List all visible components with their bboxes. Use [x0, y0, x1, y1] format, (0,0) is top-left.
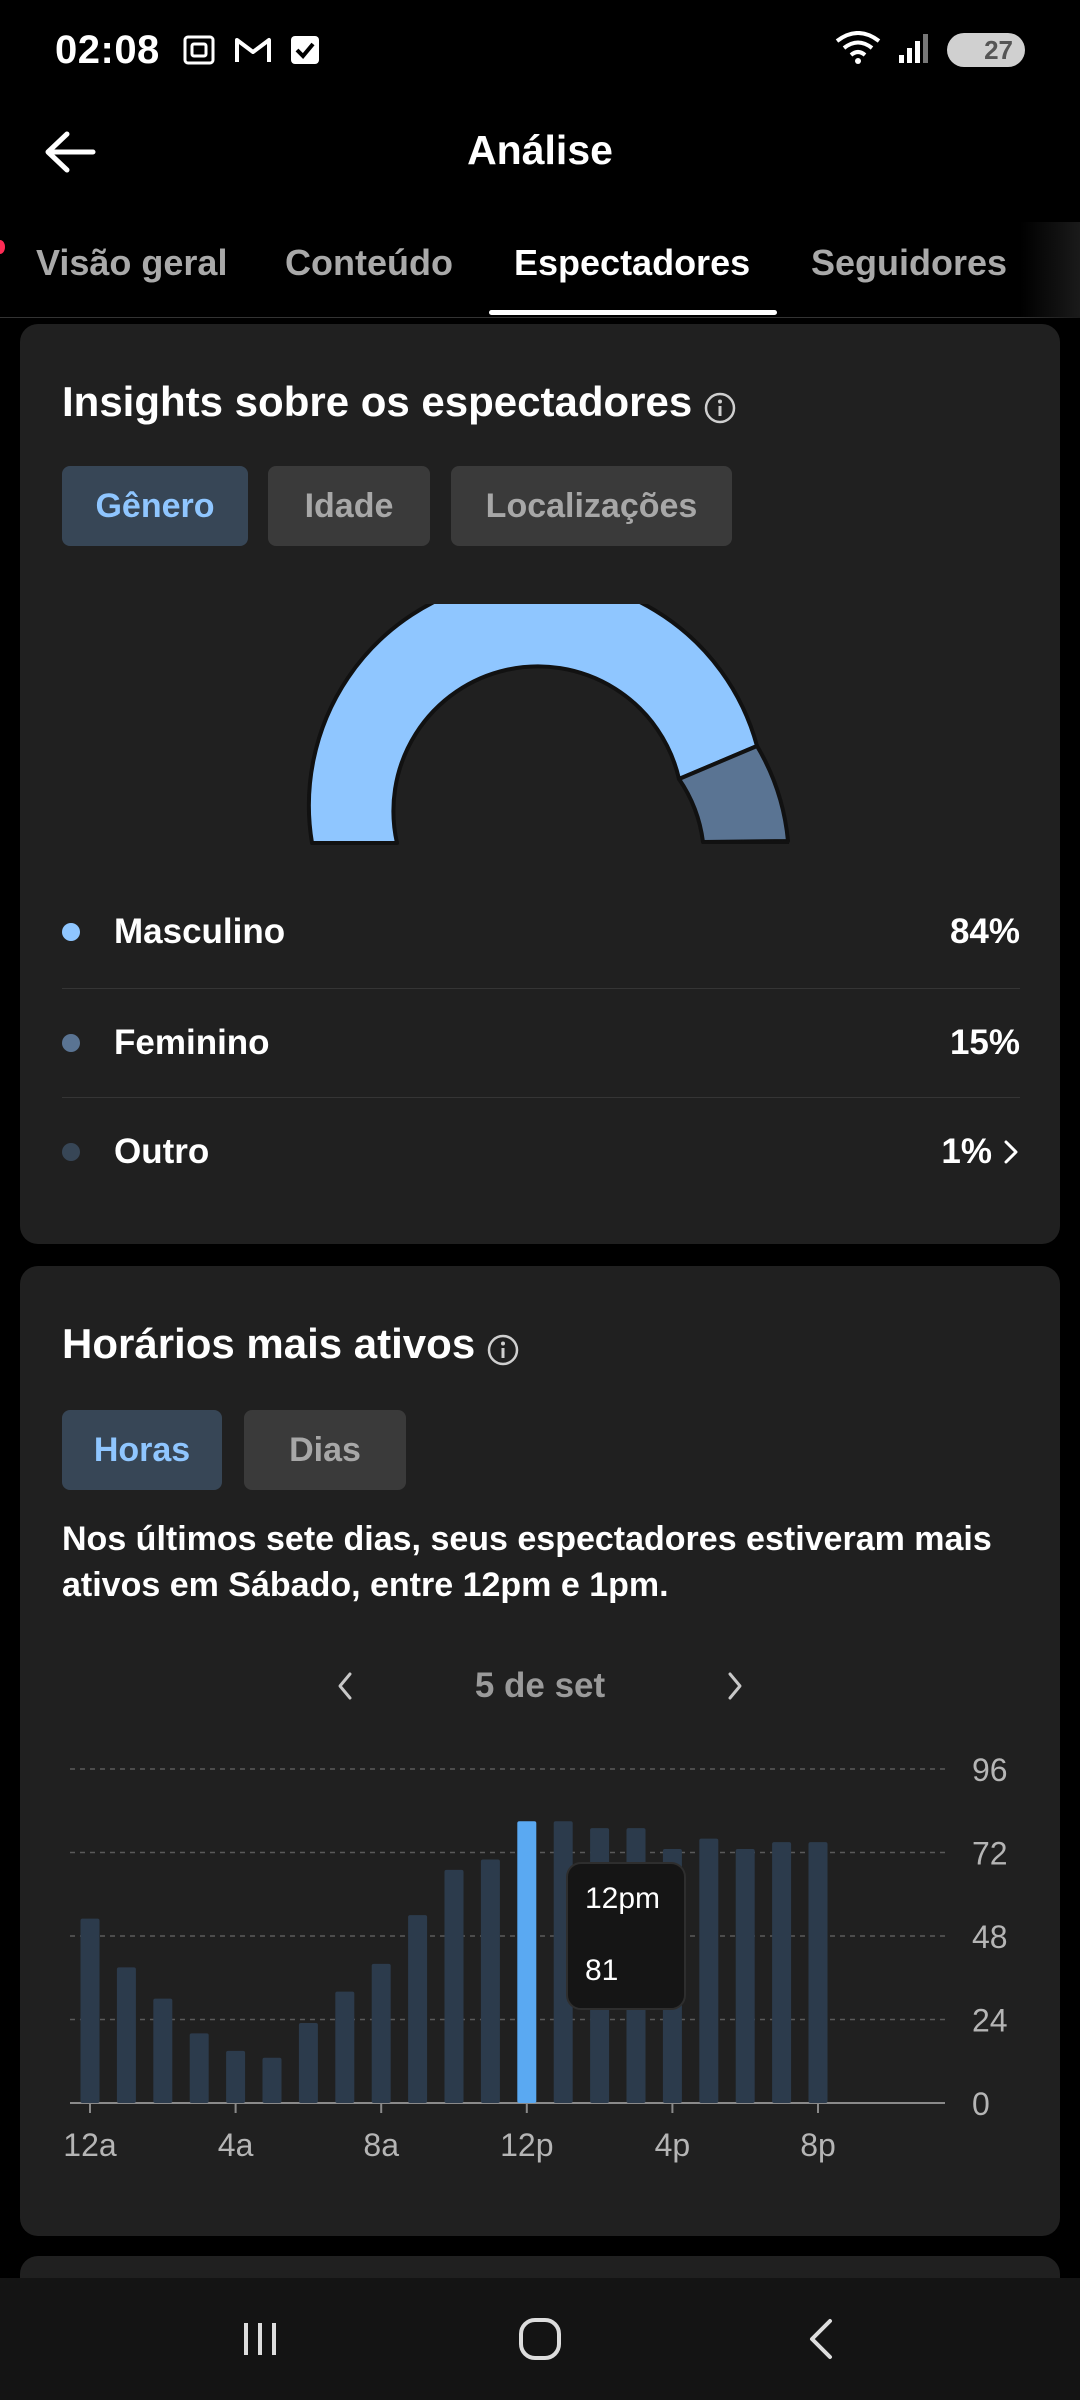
tabs-scroll-fade — [1020, 222, 1080, 318]
back-chevron-icon — [810, 2319, 832, 2359]
chevron-right-icon — [1004, 1140, 1018, 1164]
legend-label: Masculino — [114, 912, 286, 951]
gender-donut-chart — [306, 604, 790, 845]
header: Análise — [0, 100, 1080, 200]
home-icon — [519, 2318, 561, 2360]
battery-level: 27 — [984, 34, 1013, 65]
bar[interactable] — [262, 2057, 282, 2103]
legend-value: 15% — [949, 1023, 1020, 1062]
legend-dot — [62, 923, 80, 941]
bar[interactable] — [808, 1842, 828, 2103]
x-tick-label: 8a — [363, 2127, 399, 2163]
legend-row-feminino: Feminino 15% — [62, 988, 1020, 1098]
legend-row-masculino: Masculino 84% — [62, 877, 1020, 987]
legend-dot — [62, 1034, 80, 1052]
x-tick-label: 8p — [800, 2127, 836, 2163]
bar[interactable] — [116, 1967, 136, 2103]
battery-icon: 27 — [947, 33, 1025, 67]
bar[interactable] — [153, 1998, 173, 2103]
legend-value: 1% — [941, 1132, 1020, 1172]
home-button[interactable] — [495, 2294, 585, 2384]
status-bar: 02:08 27 — [0, 0, 1080, 100]
arrow-left-icon — [45, 131, 96, 173]
chip-locations[interactable]: Localizações — [451, 466, 732, 546]
recent-apps-button[interactable] — [215, 2294, 305, 2384]
bar[interactable] — [444, 1869, 464, 2103]
donut-segment-masculino — [306, 604, 759, 845]
x-tick-label: 4a — [218, 2127, 254, 2163]
y-tick-label: 48 — [972, 1919, 1008, 1955]
back-button[interactable] — [40, 122, 100, 182]
bar[interactable] — [408, 1915, 428, 2103]
page-title: Análise — [467, 126, 613, 173]
y-tick-label: 72 — [972, 1836, 1008, 1872]
bar[interactable] — [371, 1963, 391, 2103]
tab-bar: Visão geral Conteúdo Espectadores Seguid… — [0, 222, 1080, 318]
bar[interactable] — [80, 1918, 100, 2103]
bar[interactable] — [735, 1849, 755, 2103]
recent-apps-icon — [244, 2323, 276, 2355]
tab-followers[interactable]: Seguidores — [811, 222, 1007, 318]
info-icon[interactable] — [704, 386, 736, 424]
system-navigation-bar — [0, 2278, 1080, 2400]
active-times-card: Horários mais ativos Horas Dias Nos últi… — [20, 1266, 1060, 2236]
bar[interactable] — [298, 2022, 318, 2103]
donut-segment-outro — [701, 839, 790, 844]
tab-overview[interactable]: Visão geral — [36, 222, 227, 318]
x-tick-label: 12a — [63, 2127, 117, 2163]
tab-content[interactable]: Conteúdo — [285, 222, 453, 318]
y-tick-label: 0 — [972, 2086, 990, 2122]
check-box-icon — [290, 35, 320, 65]
signal-icon — [897, 31, 931, 70]
legend-label: Feminino — [114, 1023, 270, 1062]
bar[interactable] — [335, 1991, 355, 2103]
chip-age[interactable]: Idade — [268, 466, 430, 546]
wifi-icon — [835, 30, 881, 70]
legend-row-outro[interactable]: Outro 1% — [62, 1097, 1020, 1207]
tooltip-label: 12pm — [585, 1882, 660, 1915]
y-tick-label: 96 — [972, 1752, 1008, 1788]
viewer-insights-title: Insights sobre os espectadores — [62, 378, 736, 426]
legend-label: Outro — [114, 1132, 210, 1171]
gmail-icon — [234, 35, 272, 65]
bar[interactable] — [226, 2050, 246, 2103]
status-notification-icons — [182, 33, 320, 67]
bar[interactable] — [699, 1838, 719, 2103]
bar[interactable] — [480, 1859, 500, 2103]
viewer-insights-card: Insights sobre os espectadores Gênero Id… — [20, 324, 1060, 1244]
legend-dot — [62, 1143, 80, 1161]
chip-gender[interactable]: Gênero — [62, 466, 248, 546]
active-hours-bar-chart: 0 24 48 72 96 12a 4a 8a 12p 4p 8p 12pm 81 — [63, 1752, 1008, 2163]
y-tick-label: 24 — [972, 2003, 1008, 2039]
tooltip-value: 81 — [585, 1954, 618, 1987]
status-time: 02:08 — [55, 27, 160, 72]
x-tick-label: 12p — [500, 2127, 553, 2163]
screenshot-icon — [182, 33, 216, 67]
tab-viewers[interactable]: Espectadores — [488, 222, 778, 318]
bar[interactable] — [517, 1821, 537, 2103]
bar[interactable] — [189, 2033, 209, 2103]
bar[interactable] — [772, 1842, 792, 2103]
system-back-button[interactable] — [775, 2294, 865, 2384]
x-tick-label: 4p — [655, 2127, 691, 2163]
legend-value: 84% — [949, 912, 1020, 951]
